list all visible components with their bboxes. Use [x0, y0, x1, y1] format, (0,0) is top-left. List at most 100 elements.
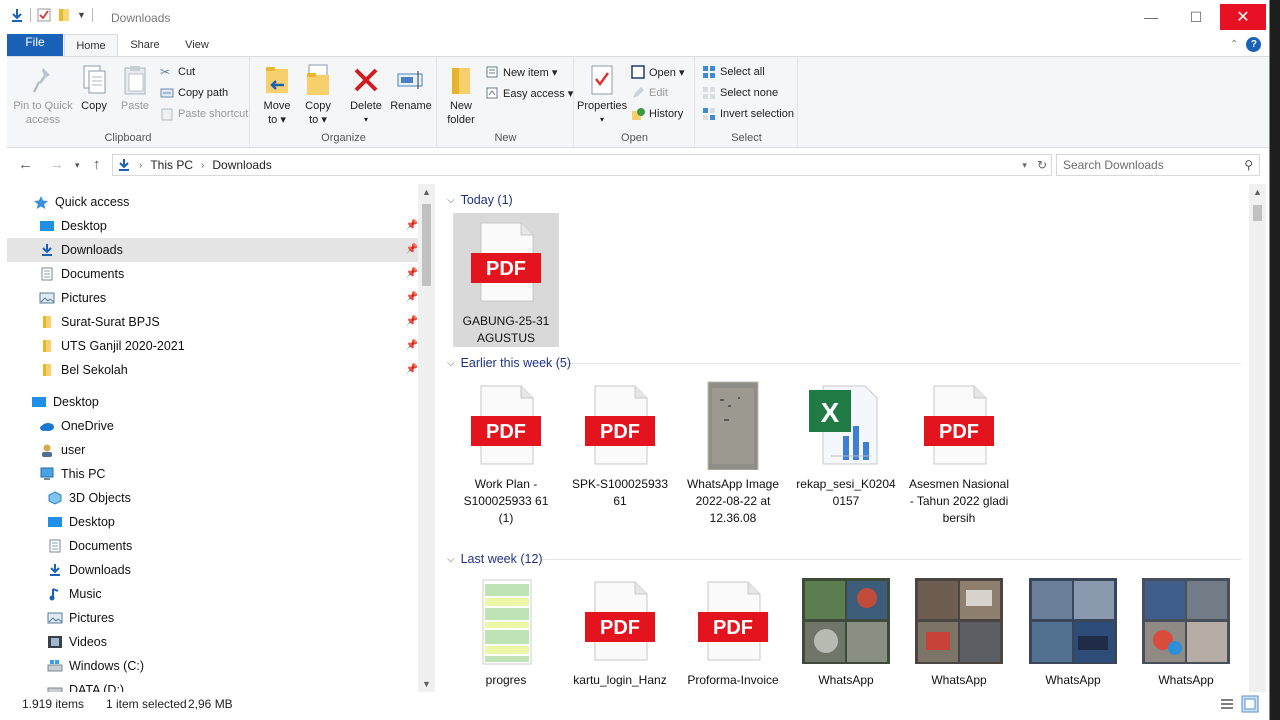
scroll-up-arrow-icon[interactable]: ▲	[418, 184, 435, 200]
group-header-last-week[interactable]: ⌵ Last week (12)	[447, 550, 543, 568]
collapse-chevron-icon[interactable]: ⌵	[447, 554, 455, 565]
breadcrumb-downloads[interactable]: Downloads	[212, 158, 271, 172]
tree-pc-downloads[interactable]: Downloads	[7, 558, 418, 582]
tab-share[interactable]: Share	[120, 34, 170, 56]
open-button[interactable]: Open ▾	[631, 63, 685, 81]
easy-access-button[interactable]: Easy access ▾	[485, 84, 573, 102]
group-header-earlier-this-week[interactable]: ⌵ Earlier this week (5)	[447, 354, 571, 372]
tree-desktop[interactable]: Desktop	[7, 390, 418, 414]
breadcrumb-this-pc[interactable]: This PC	[150, 158, 193, 172]
file-item[interactable]: PDF GABUNG-25-31 AGUSTUS	[453, 213, 559, 347]
new-folder-icon[interactable]	[57, 8, 71, 22]
edit-button[interactable]: Edit	[631, 84, 668, 102]
tree-windows-c[interactable]: Windows (C:)	[7, 654, 418, 678]
tree-quick-access[interactable]: Quick access	[7, 190, 418, 214]
file-item[interactable]: PDF SPK-S100025933 61	[567, 376, 673, 510]
tab-view[interactable]: View	[172, 34, 222, 56]
new-item-button[interactable]: New item ▾	[485, 63, 557, 81]
minimize-button[interactable]: —	[1128, 4, 1174, 30]
tab-home[interactable]: Home	[64, 34, 118, 57]
maximize-button[interactable]: ☐	[1173, 4, 1219, 30]
large-icons-view-icon[interactable]	[1241, 695, 1259, 713]
invert-selection-button[interactable]: Invert selection	[702, 105, 794, 123]
paste-button[interactable]: Paste	[117, 63, 153, 113]
collapse-ribbon-icon[interactable]: ⌃	[1230, 39, 1238, 50]
file-list-scrollbar[interactable]: ▲	[1249, 184, 1266, 692]
properties-dropdown-icon[interactable]: ▾	[577, 113, 627, 127]
back-arrow-icon[interactable]: ←	[18, 156, 33, 173]
breadcrumb-chevron-icon[interactable]: ›	[139, 160, 142, 171]
file-item[interactable]: PDF Work Plan - S100025933 61 (1)	[453, 376, 559, 527]
file-item[interactable]: progres	[453, 572, 559, 689]
pin-icon[interactable]: 📌	[406, 364, 418, 375]
tree-quick-pictures[interactable]: Pictures 📌	[7, 286, 418, 310]
tree-quick-surat-bpjs[interactable]: Surat-Surat BPJS 📌	[7, 310, 418, 334]
tree-user[interactable]: user	[7, 438, 418, 462]
cut-button[interactable]: ✂ Cut	[160, 63, 195, 81]
nav-pane-scrollbar[interactable]: ▲ ▼	[418, 184, 435, 692]
file-item[interactable]: X rekap_sesi_K0204 0157	[793, 376, 899, 510]
delete-dropdown-icon[interactable]: ▾	[346, 113, 386, 127]
tree-quick-desktop[interactable]: Desktop 📌	[7, 214, 418, 238]
pin-icon[interactable]: 📌	[406, 292, 418, 303]
delete-button[interactable]: Delete ▾	[346, 63, 386, 127]
tree-quick-documents[interactable]: Documents 📌	[7, 262, 418, 286]
nav-scroll-thumb[interactable]	[422, 204, 431, 286]
details-view-icon[interactable]	[1218, 695, 1236, 713]
pin-icon[interactable]: 📌	[406, 340, 418, 351]
tree-pc-desktop[interactable]: Desktop	[7, 510, 418, 534]
tree-data-d[interactable]: DATA (D:)	[7, 678, 418, 692]
pin-icon[interactable]: 📌	[406, 268, 418, 279]
file-list-scroll-thumb[interactable]	[1253, 205, 1262, 221]
select-all-button[interactable]: Select all	[702, 63, 765, 81]
tree-3d-objects[interactable]: 3D Objects	[7, 486, 418, 510]
pin-icon[interactable]: 📌	[406, 316, 418, 327]
file-item[interactable]: PDF Proforma-Invoice	[680, 572, 786, 689]
pin-icon[interactable]: 📌	[406, 220, 418, 231]
properties-button[interactable]: Properties ▾	[577, 63, 627, 127]
copy-path-button[interactable]: Copy path	[160, 84, 228, 102]
rename-button[interactable]: Rename	[389, 63, 433, 113]
tree-pc-documents[interactable]: Documents	[7, 534, 418, 558]
refresh-icon[interactable]: ↻	[1037, 158, 1047, 172]
file-item[interactable]: WhatsApp	[1020, 572, 1126, 689]
collapse-chevron-icon[interactable]: ⌵	[447, 195, 455, 206]
recent-locations-chevron-icon[interactable]: ▾	[75, 160, 80, 171]
tree-quick-downloads[interactable]: Downloads 📌	[7, 238, 418, 262]
forward-arrow-icon[interactable]: →	[49, 156, 64, 173]
pin-to-quick-access-button[interactable]: Pin to Quick access	[11, 63, 75, 127]
search-icon[interactable]: ⚲	[1244, 158, 1253, 172]
select-none-button[interactable]: Select none	[702, 84, 778, 102]
up-arrow-icon[interactable]: ↑	[93, 156, 101, 173]
new-folder-button[interactable]: New folder	[444, 63, 478, 127]
file-item[interactable]: PDF kartu_login_Hanz	[567, 572, 673, 689]
group-header-today[interactable]: ⌵ Today (1)	[447, 191, 513, 209]
address-bar[interactable]: › This PC › Downloads ▾ ↻	[112, 154, 1052, 176]
tree-pc-music[interactable]: Music	[7, 582, 418, 606]
collapse-chevron-icon[interactable]: ⌵	[447, 358, 455, 369]
qat-dropdown-icon[interactable]: ▼	[77, 10, 86, 20]
address-history-chevron-icon[interactable]: ▾	[1022, 160, 1027, 172]
copy-to-button[interactable]: Copy to ▾	[300, 63, 336, 127]
scroll-down-arrow-icon[interactable]: ▼	[418, 676, 435, 692]
tab-file[interactable]: File	[7, 34, 63, 56]
properties-check-icon[interactable]	[37, 8, 51, 22]
history-button[interactable]: History	[631, 105, 683, 123]
search-input[interactable]	[1063, 158, 1233, 172]
file-item[interactable]: WhatsApp	[906, 572, 1012, 689]
move-to-button[interactable]: Move to ▾	[259, 63, 295, 127]
file-item[interactable]: WhatsApp	[1133, 572, 1239, 689]
search-box[interactable]: ⚲	[1056, 154, 1260, 176]
scroll-up-arrow-icon[interactable]: ▲	[1249, 184, 1266, 200]
tree-onedrive[interactable]: OneDrive	[7, 414, 418, 438]
file-item[interactable]: WhatsApp Image 2022-08-22 at 12.36.08	[680, 376, 786, 527]
file-item[interactable]: WhatsApp	[793, 572, 899, 689]
file-item[interactable]: PDF Asesmen Nasional - Tahun 2022 gladi …	[906, 376, 1012, 527]
tree-pc-pictures[interactable]: Pictures	[7, 606, 418, 630]
tree-pc-videos[interactable]: Videos	[7, 630, 418, 654]
copy-button[interactable]: Copy	[77, 63, 111, 113]
paste-shortcut-button[interactable]: Paste shortcut	[160, 105, 248, 123]
download-arrow-icon[interactable]	[10, 8, 24, 22]
help-icon[interactable]: ?	[1246, 37, 1262, 52]
breadcrumb-chevron-icon[interactable]: ›	[201, 160, 204, 171]
